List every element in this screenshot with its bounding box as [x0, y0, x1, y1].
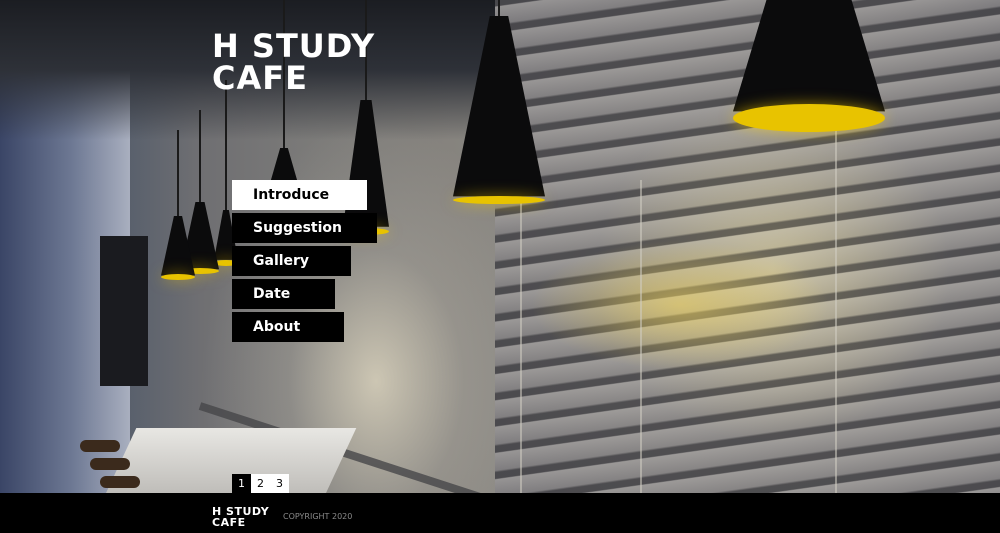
- footer: H STUDY CAFE COPYRIGHT 2020: [0, 493, 1000, 533]
- slide-pager: 1 2 3: [232, 474, 289, 493]
- menu-item-suggestion[interactable]: Suggestion: [232, 213, 377, 243]
- hero-background-image: [0, 0, 1000, 493]
- menu-item-gallery[interactable]: Gallery: [232, 246, 351, 276]
- background-chair: [100, 476, 140, 488]
- background-pillar: [100, 236, 148, 386]
- logo-line-2: CAFE: [212, 59, 308, 97]
- blind-cord: [835, 130, 837, 493]
- footer-logo-line-2: CAFE: [212, 516, 246, 529]
- footer-logo[interactable]: H STUDY CAFE: [212, 506, 269, 528]
- pendant-lamp-icon: [161, 130, 195, 282]
- menu-item-introduce[interactable]: Introduce: [232, 180, 367, 210]
- background-blinds-glow: [530, 240, 830, 370]
- site-logo[interactable]: H STUDY CAFE: [212, 30, 375, 94]
- main-menu: Introduce Suggestion Gallery Date About: [232, 180, 377, 345]
- background-chair: [90, 458, 130, 470]
- blind-cord: [640, 180, 642, 493]
- menu-item-date[interactable]: Date: [232, 279, 335, 309]
- pager-page-1[interactable]: 1: [232, 474, 251, 493]
- pager-page-2[interactable]: 2: [251, 474, 270, 493]
- pendant-lamp-icon: [453, 0, 545, 206]
- logo-line-1: H STUDY: [212, 27, 376, 65]
- pendant-lamp-icon: [733, 0, 885, 136]
- background-counter: [103, 428, 357, 493]
- copyright-text: COPYRIGHT 2020: [283, 512, 353, 521]
- background-chair: [80, 440, 120, 452]
- blind-cord: [520, 200, 522, 493]
- menu-item-about[interactable]: About: [232, 312, 344, 342]
- pager-page-3[interactable]: 3: [270, 474, 289, 493]
